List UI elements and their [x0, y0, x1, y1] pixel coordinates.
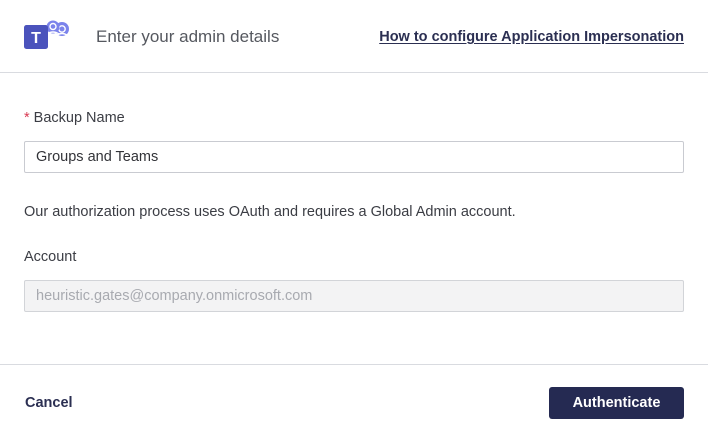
cancel-button[interactable]: Cancel — [25, 395, 73, 412]
teams-logo-icon: T — [24, 20, 69, 49]
dialog-title: Enter your admin details — [96, 27, 280, 46]
authenticate-button[interactable]: Authenticate — [549, 387, 684, 419]
required-marker: * — [24, 110, 30, 126]
backup-name-label-text: Backup Name — [33, 110, 125, 126]
teams-logo-letter: T — [31, 30, 41, 47]
backup-name-input[interactable] — [24, 141, 684, 173]
oauth-info-text: Our authorization process uses OAuth and… — [24, 204, 516, 220]
account-input — [24, 280, 684, 312]
footer-divider — [0, 364, 708, 365]
account-label: Account — [24, 249, 77, 265]
dialog-header: T Enter your admin details How to config… — [0, 0, 708, 73]
backup-name-label: * Backup Name — [24, 109, 125, 127]
configure-impersonation-link[interactable]: How to configure Application Impersonati… — [379, 28, 684, 46]
